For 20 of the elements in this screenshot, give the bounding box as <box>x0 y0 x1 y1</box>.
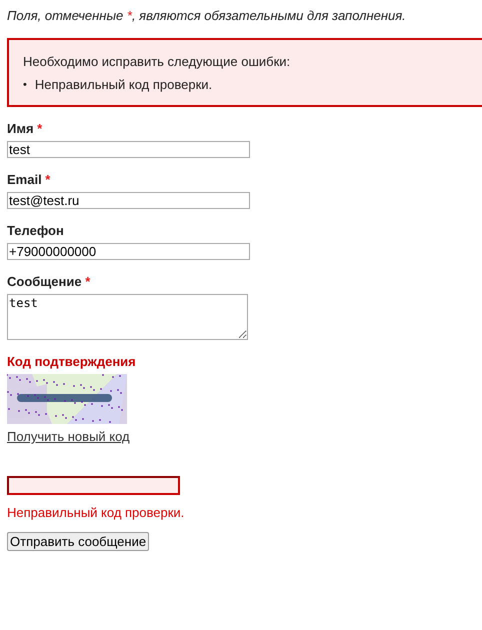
required-mark: * <box>36 121 42 136</box>
new-code-link[interactable]: Получить новый код <box>7 429 130 444</box>
captcha-error: Неправильный код проверки. <box>7 505 186 520</box>
error-item: Неправильный код проверки. <box>34 77 212 93</box>
field-label: Телефон <box>7 223 64 238</box>
field-label: Email <box>7 172 42 187</box>
required-fields-note: Поля, отмеченные *, являются обязательными для заполнения. <box>7 8 407 23</box>
field-label: Сообщение <box>7 274 82 289</box>
captcha-label: Код подтверждения <box>7 354 137 369</box>
text-input[interactable]: test <box>7 141 250 158</box>
required-mark: * <box>44 172 50 187</box>
error-summary-title: Необходимо исправить следующие ошибки: <box>23 54 292 69</box>
message-textarea[interactable]: test <box>7 294 248 340</box>
submit-button[interactable]: Отправить сообщение <box>7 532 150 551</box>
text-input[interactable]: test@test.ru <box>7 192 250 209</box>
bullet-icon: • <box>23 77 27 93</box>
required-mark: * <box>84 274 90 289</box>
field-label: Имя <box>7 121 34 136</box>
text-input[interactable]: +79000000000 <box>7 243 250 260</box>
captcha-input[interactable] <box>7 476 180 495</box>
